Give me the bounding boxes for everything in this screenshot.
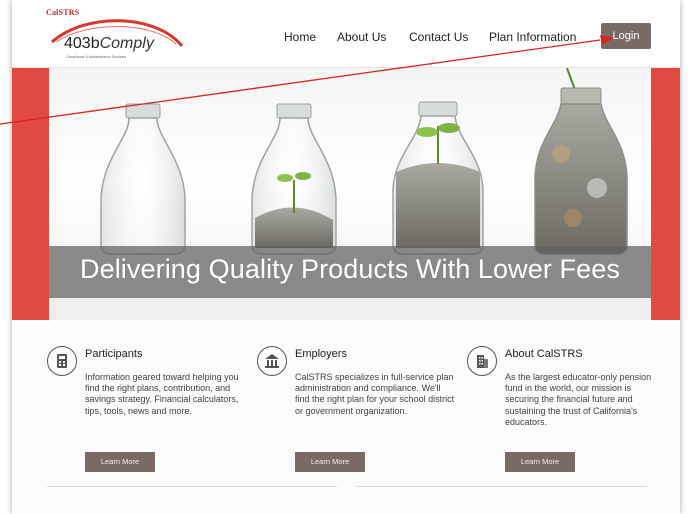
half-full-jar-icon [392, 101, 484, 255]
participants-text: Information geared toward helping you fi… [85, 372, 239, 416]
login-button[interactable]: Login [601, 23, 651, 49]
full-jar-icon [534, 68, 628, 255]
footer-divider-left [47, 486, 337, 487]
logo[interactable]: CalSTRS 403bComply Compliance & Administ… [46, 8, 186, 64]
hero-photo: Delivering Quality Products With Lower F… [49, 68, 651, 320]
hero-title: Delivering Quality Products With Lower F… [79, 254, 620, 284]
participants-title: Participants [85, 348, 143, 360]
nav-about-us[interactable]: About Us [337, 30, 386, 44]
footer-divider-right [357, 486, 647, 487]
employers-title: Employers [295, 348, 347, 360]
nav-plan-information[interactable]: Plan Information [489, 30, 576, 44]
bank-building-icon [257, 346, 287, 376]
employers-text: CalSTRS specializes in full-service plan… [295, 372, 455, 416]
jar-with-sprout-icon [251, 103, 337, 255]
office-building-icon [467, 346, 497, 376]
nav-home[interactable]: Home [284, 30, 316, 44]
participants-learn-more-button[interactable]: Learn More [85, 452, 155, 472]
employers-learn-more-button[interactable]: Learn More [295, 452, 365, 472]
calculator-icon [47, 346, 77, 376]
site-header: CalSTRS 403bComply Compliance & Administ… [12, 0, 680, 68]
hero-banner: Delivering Quality Products With Lower F… [12, 68, 680, 320]
about-calstrs-title: About CalSTRS [505, 348, 583, 360]
logo-product-name: 403bComply [64, 35, 154, 52]
about-calstrs-learn-more-button[interactable]: Learn More [505, 452, 575, 472]
empty-jar-icon [100, 103, 186, 255]
nav-contact-us[interactable]: Contact Us [409, 30, 468, 44]
about-calstrs-text: As the largest educator-only pension fun… [505, 372, 652, 427]
logo-tagline: Compliance & Administration Solutions [66, 55, 127, 59]
